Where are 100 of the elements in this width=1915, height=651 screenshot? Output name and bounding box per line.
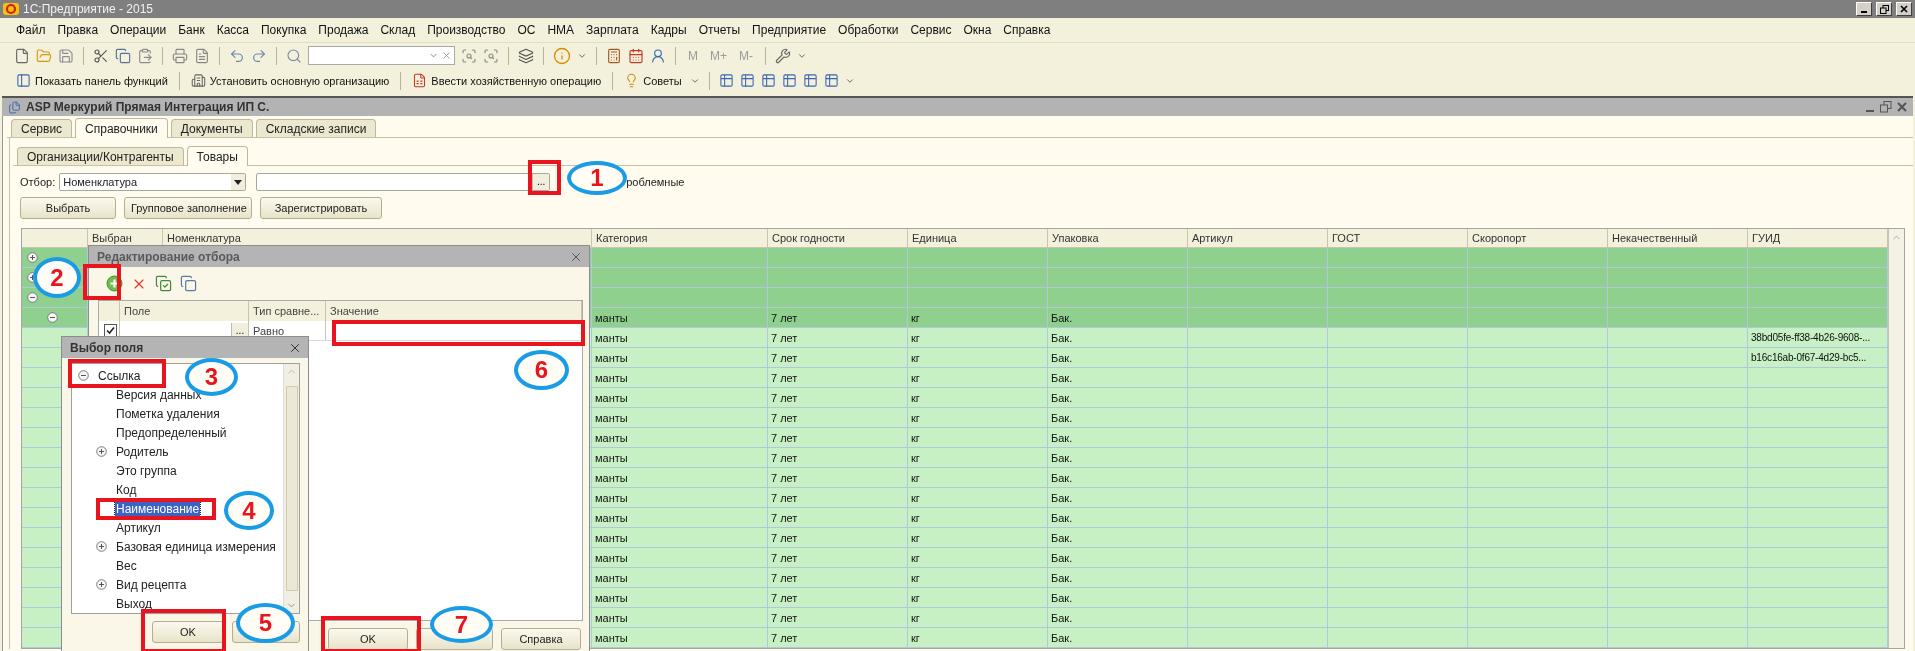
column-header[interactable]: ГОСТ (1328, 229, 1468, 247)
minimize-button[interactable] (1856, 2, 1872, 16)
dialog-button[interactable]: OK (328, 628, 408, 650)
column-header[interactable]: Артикул (1188, 229, 1328, 247)
menu-item[interactable]: Банк (172, 23, 211, 37)
menu-item[interactable]: Предприятие (746, 23, 833, 37)
tree-item[interactable]: Предопределенный (115, 425, 228, 440)
column-header[interactable]: Упаковка (1048, 229, 1188, 247)
expand-icon[interactable] (27, 252, 38, 263)
tab[interactable]: Документы (170, 119, 253, 137)
tree-item[interactable]: Выход (115, 596, 153, 611)
table-icon[interactable] (739, 73, 755, 88)
calculator-icon[interactable] (606, 47, 622, 64)
menu-item[interactable]: Справка (997, 23, 1057, 37)
restore-icon[interactable] (1880, 101, 1892, 113)
uncheck-all-icon[interactable] (180, 275, 197, 292)
dropdown-icon[interactable] (231, 174, 246, 190)
tab[interactable]: Товары (186, 146, 248, 166)
column-header[interactable]: Срок годности (768, 229, 908, 247)
toolbar-button[interactable]: Установить основную организацию (188, 69, 392, 92)
add-icon[interactable] (106, 275, 123, 292)
scrollbar[interactable] (283, 364, 299, 613)
user-icon[interactable] (650, 47, 666, 64)
search-icon[interactable] (286, 47, 302, 64)
copy-icon[interactable] (115, 47, 131, 64)
clear-icon[interactable] (441, 50, 452, 61)
menu-item[interactable]: Отчеты (692, 23, 747, 37)
menu-item[interactable]: Продажа (312, 23, 375, 37)
menu-item[interactable]: Кадры (644, 23, 693, 37)
action-button[interactable]: Выбрать (20, 197, 116, 219)
paste-icon[interactable] (137, 47, 153, 64)
wrench-icon[interactable] (775, 47, 791, 64)
windows-icon[interactable] (518, 47, 534, 64)
column-header[interactable]: Скоропорт (1468, 229, 1608, 247)
collapse-icon[interactable] (47, 312, 58, 323)
find-icon[interactable] (483, 47, 499, 64)
toolbar-button[interactable]: Показать панель функций (14, 69, 170, 92)
menu-item[interactable]: Правка (51, 23, 105, 37)
expand-icon[interactable] (96, 446, 107, 457)
check-all-icon[interactable] (155, 275, 172, 292)
column-header[interactable]: Значение (326, 301, 582, 321)
menu-item[interactable]: Касса (210, 23, 255, 37)
tree-item[interactable]: Пометка удаления (115, 406, 221, 421)
info-icon[interactable] (553, 46, 571, 65)
menu-item[interactable]: Покупка (255, 23, 313, 37)
column-header[interactable]: Поле (120, 301, 249, 321)
toolbar-button[interactable]: Ввести хозяйственную операцию (410, 69, 604, 92)
toolbar-button[interactable]: Советы (622, 69, 684, 92)
dialog-button[interactable]: Справка (501, 628, 581, 650)
open-folder-icon[interactable] (36, 47, 52, 64)
find-icon[interactable] (461, 47, 477, 64)
expand-icon[interactable] (96, 579, 107, 590)
action-button[interactable]: Зарегистрировать (260, 197, 382, 219)
redo-icon[interactable] (251, 47, 267, 64)
tab[interactable]: Сервис (11, 119, 73, 137)
menu-item[interactable]: Файл (10, 23, 52, 37)
menu-item[interactable]: Операции (104, 23, 173, 37)
menu-item[interactable]: Зарплата (580, 23, 645, 37)
tab[interactable]: Складские записи (255, 119, 377, 137)
column-header[interactable]: Категория (592, 229, 768, 247)
close-icon[interactable] (1897, 102, 1907, 112)
tab[interactable]: Организации/Контрагенты (17, 147, 184, 165)
action-button[interactable]: Групповое заполнение (124, 197, 252, 219)
dialog-button[interactable]: OK (152, 621, 224, 643)
close-button[interactable] (1896, 2, 1912, 16)
table-icon[interactable] (802, 73, 818, 88)
print-icon[interactable] (172, 47, 188, 64)
scrollbar[interactable] (1888, 229, 1904, 648)
collapse-icon[interactable] (78, 370, 89, 381)
calendar-icon[interactable] (628, 47, 644, 64)
collapse-icon[interactable] (27, 292, 38, 303)
new-document-icon[interactable] (14, 47, 30, 64)
menu-item[interactable]: ОС (511, 23, 542, 37)
table-icon[interactable] (718, 73, 734, 88)
table-icon[interactable] (781, 73, 797, 88)
cut-icon[interactable] (93, 47, 109, 64)
column-header[interactable]: Тип сравне... (249, 301, 326, 321)
menu-item[interactable]: Сервис (904, 23, 958, 37)
menu-item[interactable]: Производство (421, 23, 512, 37)
column-header[interactable]: Некачественный (1608, 229, 1748, 247)
undo-icon[interactable] (229, 47, 245, 64)
print-preview-icon[interactable] (194, 47, 210, 64)
column-header[interactable]: Единица (908, 229, 1048, 247)
table-icon[interactable] (760, 73, 776, 88)
save-icon[interactable] (58, 47, 74, 64)
menu-item[interactable]: Склад (374, 23, 422, 37)
restore-button[interactable] (1876, 2, 1892, 16)
table-icon[interactable] (823, 73, 839, 88)
menu-item[interactable]: Обработки (832, 23, 905, 37)
search-field[interactable] (308, 46, 455, 65)
tree-item[interactable]: Ссылка (97, 368, 142, 383)
expand-icon[interactable] (96, 541, 107, 552)
tab[interactable]: Справочники (75, 118, 168, 138)
menu-item[interactable]: НМА (541, 23, 581, 37)
filter-select[interactable]: Номенклатура (59, 173, 247, 191)
menu-item[interactable]: Окна (957, 23, 998, 37)
filter-value-field[interactable]: ... (256, 173, 551, 191)
scroll-thumb[interactable] (285, 386, 298, 591)
highlight-frame (528, 160, 561, 195)
choose-button[interactable]: ... (532, 174, 550, 190)
